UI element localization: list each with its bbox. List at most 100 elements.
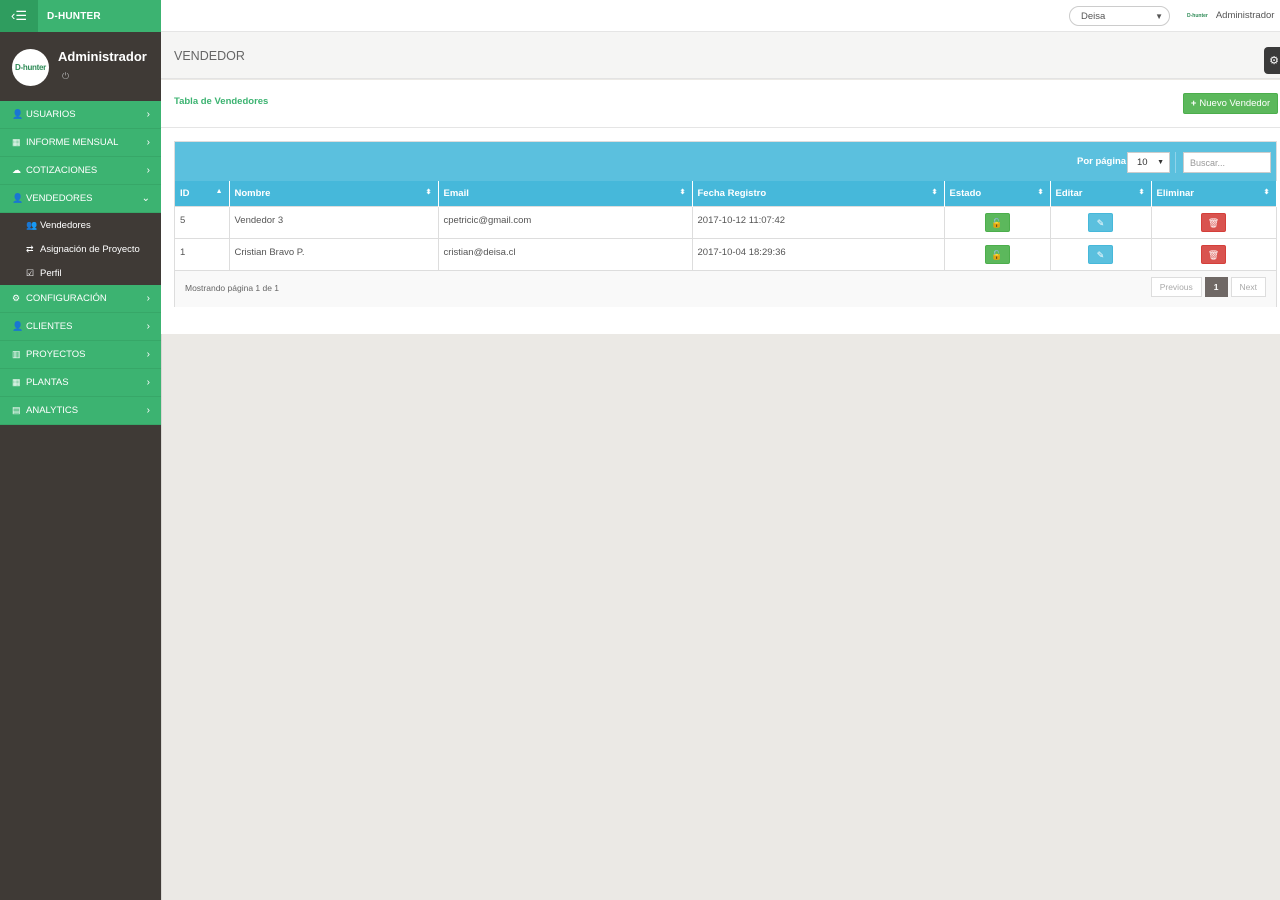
sidebar-item-label: COTIZACIONES xyxy=(26,165,98,176)
sidebar-item-clientes[interactable]: 👤 CLIENTES › xyxy=(0,313,161,341)
column-header-id[interactable]: ID ▲ xyxy=(175,181,230,206)
unlock-icon: 🔓 xyxy=(991,249,1003,260)
sidebar-item-analytics[interactable]: ▤ ANALYTICS › xyxy=(0,397,161,425)
sidebar-item-cotizaciones[interactable]: ☁ COTIZACIONES › xyxy=(0,157,161,185)
building-icon: ▥ xyxy=(12,349,21,359)
brand-name: D-HUNTER xyxy=(47,10,101,22)
sidebar-item-label: INFORME MENSUAL xyxy=(26,137,119,148)
brand-bar: ‹☰ D-HUNTER xyxy=(0,0,161,32)
cell-estado: 🔓 xyxy=(944,237,1051,270)
plus-icon: + xyxy=(1190,98,1197,109)
sidebar-item-proyectos[interactable]: ▥ PROYECTOS › xyxy=(0,341,161,369)
calendar-icon: ▦ xyxy=(12,137,21,147)
toolbar-separator xyxy=(1175,152,1176,173)
edit-icon: ✎ xyxy=(1096,249,1105,260)
pagination-previous[interactable]: Previous xyxy=(1150,277,1202,297)
column-header-label: Eliminar xyxy=(1156,187,1195,199)
column-header-nombre[interactable]: Nombre ⬍ xyxy=(229,181,439,206)
chevron-right-icon: › xyxy=(146,405,150,416)
sidebar-subitem-vendedores[interactable]: 👥 Vendedores xyxy=(0,213,161,237)
cell-editar: ✎ xyxy=(1050,205,1152,238)
user-menu[interactable]: D-hunter Administrador xyxy=(1187,10,1274,21)
cell-eliminar: 🗑 xyxy=(1151,205,1277,238)
sidebar-item-label: ANALYTICS xyxy=(26,405,79,416)
user-icon: 👤 xyxy=(12,321,24,331)
cell-email: cpetricic@gmail.com xyxy=(438,205,693,238)
power-icon[interactable]: ⏻ xyxy=(62,71,69,82)
sidebar-subitem-label: Perfil xyxy=(40,267,62,279)
trash-icon: 🗑 xyxy=(1207,217,1220,228)
sidebar-item-usuarios[interactable]: 👤 USUARIOS › xyxy=(0,101,161,129)
grid-icon: ▦ xyxy=(12,377,21,387)
per-page-value: 10 xyxy=(1137,157,1148,168)
exchange-icon: ⇄ xyxy=(26,243,34,254)
sidebar-toggle-button[interactable]: ‹☰ xyxy=(0,0,38,32)
table-row: 1 Cristian Bravo P. cristian@deisa.cl 20… xyxy=(175,237,1277,270)
unlock-button[interactable]: 🔓 xyxy=(984,244,1010,264)
column-header-fecha[interactable]: Fecha Registro ⬍ xyxy=(692,181,945,206)
per-page-label: Por página: xyxy=(1077,156,1130,167)
company-select-value: Deisa xyxy=(1081,11,1106,22)
profile-name: Administrador xyxy=(58,49,147,64)
profile-block: D-hunter Administrador ⏻ xyxy=(0,32,161,101)
sidebar-subitem-asignacion[interactable]: ⇄ Asignación de Proyecto xyxy=(0,237,161,261)
unlock-button[interactable]: 🔓 xyxy=(984,212,1010,232)
table-row: 5 Vendedor 3 cpetricic@gmail.com 2017-10… xyxy=(175,205,1277,238)
delete-button[interactable]: 🗑 xyxy=(1201,244,1226,264)
cell-eliminar: 🗑 xyxy=(1151,237,1277,270)
sort-asc-icon: ▲ xyxy=(215,188,223,195)
top-bar: Deisa ▼ D-hunter Administrador xyxy=(161,0,1280,32)
caret-down-icon: ▼ xyxy=(1157,159,1164,166)
column-header-label: Estado xyxy=(949,187,982,199)
divider xyxy=(161,127,1280,128)
cell-nombre: Cristian Bravo P. xyxy=(229,237,439,270)
sort-icon: ⬍ xyxy=(679,189,686,196)
sidebar-item-vendedores[interactable]: 👤 VENDEDORES ⌄ xyxy=(0,185,161,213)
company-select[interactable]: Deisa ▼ xyxy=(1069,6,1170,26)
sidebar-item-label: PROYECTOS xyxy=(26,349,86,360)
cog-icon: ⚙ xyxy=(12,293,21,303)
settings-gear-button[interactable]: ⚙ xyxy=(1264,47,1280,74)
per-page-select[interactable]: 10 ▼ xyxy=(1127,152,1170,173)
pagination-next[interactable]: Next xyxy=(1230,277,1266,297)
column-header-label: Email xyxy=(443,187,469,199)
delete-button[interactable]: 🗑 xyxy=(1201,212,1226,232)
table-footer: Mostrando página 1 de 1 Previous 1 Next xyxy=(175,270,1276,307)
chevron-right-icon: › xyxy=(146,377,150,388)
column-header-editar[interactable]: Editar ⬍ xyxy=(1050,181,1152,206)
page-header: VENDEDOR ⚙ xyxy=(161,32,1280,79)
edit-button[interactable]: ✎ xyxy=(1088,212,1113,232)
search-input[interactable] xyxy=(1183,152,1271,173)
pagination-page-1[interactable]: 1 xyxy=(1204,277,1228,297)
sidebar-subitem-perfil[interactable]: ☑ Perfil xyxy=(0,261,161,285)
chevron-down-icon: ⌄ xyxy=(141,193,150,204)
sidebar-item-plantas[interactable]: ▦ PLANTAS › xyxy=(0,369,161,397)
table-header-row: ID ▲ Nombre ⬍ Email ⬍ Fecha Registro ⬍ Estad… xyxy=(175,181,1277,206)
chevron-right-icon: › xyxy=(146,321,150,332)
cell-fecha: 2017-10-12 11:07:42 xyxy=(692,205,945,238)
edit-button[interactable]: ✎ xyxy=(1088,244,1113,264)
sidebar-item-label: USUARIOS xyxy=(26,109,76,120)
mini-logo: D-hunter xyxy=(1187,12,1208,19)
column-header-email[interactable]: Email ⬍ xyxy=(438,181,693,206)
pagination-info: Mostrando página 1 de 1 xyxy=(185,283,280,293)
cell-editar: ✎ xyxy=(1050,237,1152,270)
cell-id: 5 xyxy=(175,205,230,238)
cell-estado: 🔓 xyxy=(944,205,1051,238)
column-header-estado[interactable]: Estado ⬍ xyxy=(944,181,1051,206)
sidebar-menu: 👤 USUARIOS › ▦ INFORME MENSUAL › ☁ COTIZ… xyxy=(0,101,161,425)
sidebar-item-label: CLIENTES xyxy=(26,321,73,332)
edit-icon: ☑ xyxy=(26,267,35,278)
new-vendor-label: Nuevo Vendedor xyxy=(1199,98,1271,109)
cell-email: cristian@deisa.cl xyxy=(438,237,693,270)
sidebar-subitem-label: Vendedores xyxy=(40,219,91,231)
sidebar-item-configuracion[interactable]: ⚙ CONFIGURACIÓN › xyxy=(0,285,161,313)
unlock-icon: 🔓 xyxy=(991,217,1003,228)
page-title: VENDEDOR xyxy=(174,49,245,63)
column-header-label: Editar xyxy=(1055,187,1083,199)
panel-title: Tabla de Vendedores xyxy=(174,96,269,107)
sidebar-subitem-label: Asignación de Proyecto xyxy=(40,243,140,255)
new-vendor-button[interactable]: + Nuevo Vendedor xyxy=(1183,93,1278,114)
sidebar-item-informe-mensual[interactable]: ▦ INFORME MENSUAL › xyxy=(0,129,161,157)
column-header-eliminar[interactable]: Eliminar ⬍ xyxy=(1151,181,1277,206)
